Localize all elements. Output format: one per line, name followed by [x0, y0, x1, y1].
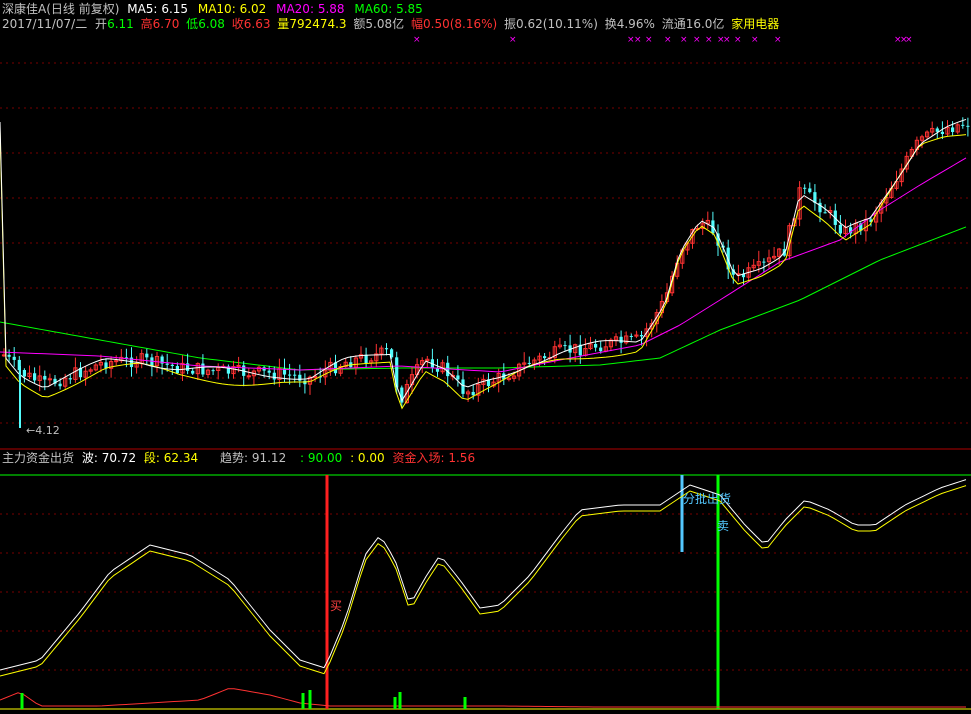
ma10-label: MA10:	[197, 2, 236, 16]
level1-value: : 90.00	[300, 451, 343, 465]
batch-sell-label: 分批出货	[683, 491, 731, 506]
svg-text:×: ×	[751, 35, 759, 45]
inflow-line	[0, 688, 966, 708]
indicator-header: 主力资金出货 波: 70.72 段: 62.34 趋势: 91.12 : 90.…	[2, 450, 475, 466]
ma5-line	[0, 118, 967, 402]
ma60-line	[0, 226, 967, 371]
ma60-value: 5.85	[396, 2, 423, 16]
ma10-value: 6.02	[239, 2, 267, 16]
change-label: 幅	[410, 17, 423, 31]
change-pct: (8.16%)	[449, 17, 498, 31]
segment-label: 段:	[143, 451, 160, 465]
close-label: 收	[231, 17, 244, 31]
wave-value: 70.72	[101, 451, 137, 465]
inflow-label: 资金入场:	[392, 451, 445, 465]
industry-tag[interactable]: 家用电器	[731, 17, 779, 31]
change-value: 0.50	[423, 17, 450, 31]
trend-value: 91.12	[251, 451, 287, 465]
amount-label: 额	[353, 17, 366, 31]
close-value: 6.63	[243, 17, 271, 31]
svg-text:×: ×	[705, 35, 713, 45]
main-chart[interactable]: × × × × × × × × × ×× × × × ××× ←4.12 买 分批出货 卖	[0, 0, 971, 714]
high-value: 6.70	[152, 17, 180, 31]
indicator-name[interactable]: 主力资金出货	[2, 451, 74, 465]
turnover-value: 4.96%	[616, 17, 655, 31]
candlesticks	[1, 117, 970, 408]
svg-text:×: ×	[645, 35, 653, 45]
quote-bar: 2017/11/07/二 开6.11 高6.70 低6.08 收6.63 量79…	[2, 16, 779, 32]
turnover-label: 换	[604, 17, 617, 31]
ma20-line	[0, 157, 967, 373]
svg-text:×: ×	[664, 35, 672, 45]
high-label: 高	[140, 17, 153, 31]
sell-label: 卖	[717, 519, 729, 533]
inflow-value: 1.56	[448, 451, 476, 465]
wave-label: 波:	[81, 451, 98, 465]
svg-text:×: ×	[509, 35, 517, 45]
level2-value: : 0.00	[350, 451, 385, 465]
amount-value: 5.08亿	[365, 17, 405, 31]
float-label: 流通	[661, 17, 686, 31]
svg-text:×: ×	[693, 35, 701, 45]
volume-label: 量	[277, 17, 290, 31]
svg-text:×: ×	[734, 35, 742, 45]
low-label: 低	[186, 17, 199, 31]
ma5-value: 6.15	[161, 2, 189, 16]
svg-text:×: ×	[723, 35, 731, 45]
volume-value: 792474.3	[289, 17, 347, 31]
ma20-value: 5.88	[317, 2, 345, 16]
svg-text:×: ×	[774, 35, 782, 45]
svg-text:×: ×	[905, 35, 913, 45]
svg-text:×: ×	[680, 35, 688, 45]
wave-line	[0, 479, 967, 671]
svg-text:×: ×	[634, 35, 642, 45]
float-value: 16.0亿	[685, 17, 725, 31]
quote-date: 2017/11/07/二	[2, 17, 88, 31]
low-price-marker: ←4.12	[26, 424, 60, 437]
buy-label: 买	[330, 599, 342, 613]
price-grid	[0, 62, 971, 424]
svg-text:×: ×	[413, 35, 421, 45]
indicator-grid	[0, 513, 971, 671]
low-value: 6.08	[198, 17, 225, 31]
amplitude-pct: (10.11%)	[542, 17, 598, 31]
event-markers: × × × × × × × × × ×× × × × ×××	[413, 35, 913, 45]
open-value: 6.11	[107, 17, 134, 31]
segment-value: 62.34	[163, 451, 199, 465]
open-label: 开	[95, 17, 108, 31]
trend-label: 趋势:	[219, 451, 249, 465]
ma5-label: MA5:	[127, 2, 158, 16]
ma60-label: MA60:	[354, 2, 393, 16]
amplitude-label: 振	[504, 17, 517, 31]
amplitude-value: 0.62	[516, 17, 543, 31]
stock-name[interactable]: 深康佳A	[2, 2, 46, 16]
chart-header: 深康佳A(日线 前复权) MA5: 6.15 MA10: 6.02 MA20: …	[2, 1, 423, 17]
ma20-label: MA20:	[276, 2, 314, 16]
ma10-line	[0, 129, 967, 410]
chart-mode[interactable]: (日线 前复权)	[46, 2, 119, 16]
